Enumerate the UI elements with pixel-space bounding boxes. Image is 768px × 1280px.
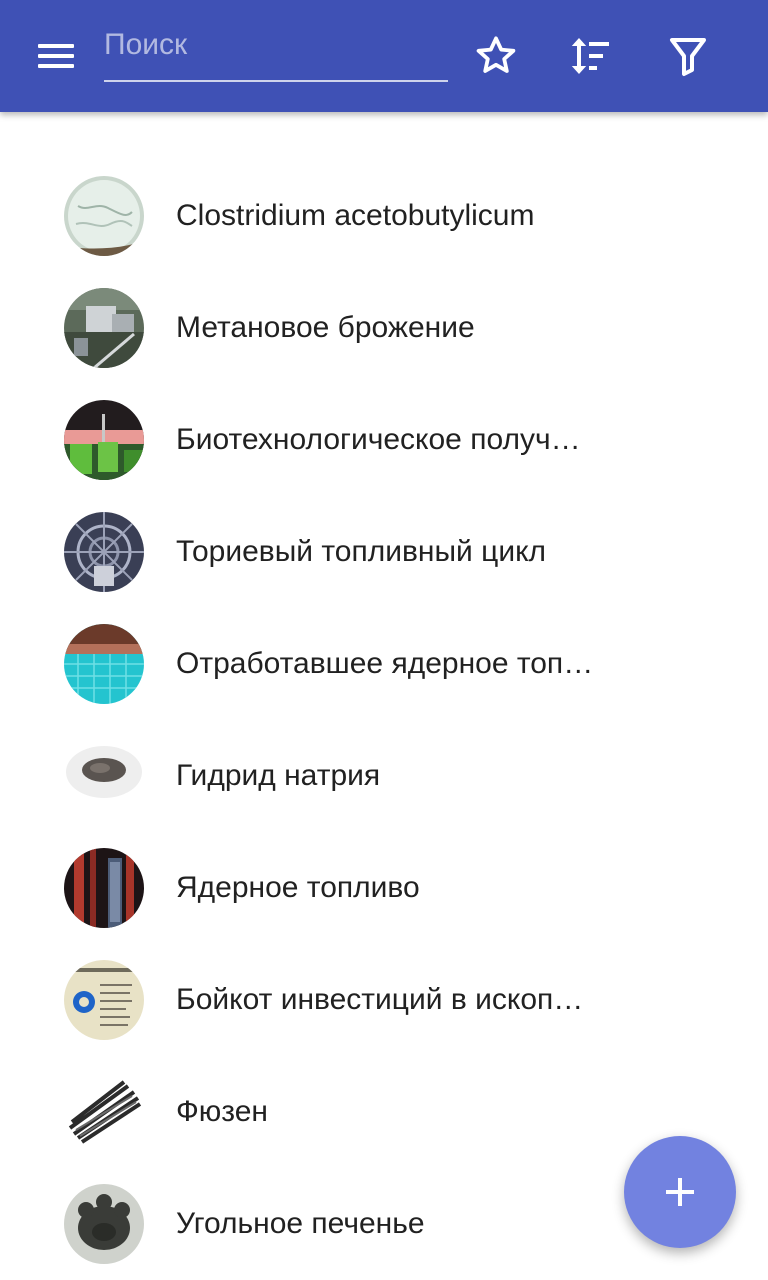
list-item-label: Метановое брожение (176, 311, 475, 344)
list-item-thumbnail (64, 960, 144, 1040)
search-input[interactable] (104, 22, 448, 82)
list-item-label: Гидрид натрия (176, 759, 381, 792)
list-item[interactable]: Метановое брожение (0, 272, 768, 384)
list-item-label: Clostridium acetobutylicum (176, 199, 535, 232)
list-item-thumbnail (64, 624, 144, 704)
list-item[interactable]: Ториевый топливный цикл (0, 496, 768, 608)
list-item[interactable]: Clostridium acetobutylicum (0, 160, 768, 272)
list-item[interactable]: Биотехнологическое получение (0, 384, 768, 496)
list-item-label: Отработавшее ядерное топливо (176, 647, 596, 680)
hamburger-icon[interactable] (28, 32, 84, 80)
list-item[interactable]: Бойкот инвестиций в ископаемое топливо (0, 944, 768, 1056)
filter-icon[interactable] (664, 32, 712, 80)
list-item-thumbnail (64, 288, 144, 368)
list-item-thumbnail (64, 1072, 144, 1152)
list-item-thumbnail (64, 400, 144, 480)
star-icon[interactable] (472, 32, 520, 80)
list-item-label: Ториевый топливный цикл (176, 535, 547, 568)
list-item[interactable]: Ядерное топливо (0, 832, 768, 944)
sort-icon[interactable] (567, 32, 615, 80)
list-item-label: Бойкот инвестиций в ископаемое топливо (176, 983, 596, 1016)
list-item-label: Биотехнологическое получение (176, 423, 596, 456)
list-item-label: Фюзен (176, 1095, 268, 1128)
list-item-label: Ядерное топливо (176, 871, 420, 904)
list-item[interactable]: Гидрид натрия (0, 720, 768, 832)
list-item[interactable]: Отработавшее ядерное топливо (0, 608, 768, 720)
list-item-thumbnail (64, 736, 144, 816)
list-item-thumbnail (64, 512, 144, 592)
list-item-label: Угольное печенье (176, 1207, 425, 1240)
article-list: Clostridium acetobutylicum Метановое бро… (0, 160, 768, 1280)
app-bar (0, 0, 768, 112)
add-button[interactable] (624, 1136, 736, 1248)
list-item-thumbnail (64, 176, 144, 256)
list-item-thumbnail (64, 848, 144, 928)
list-item-thumbnail (64, 1184, 144, 1264)
